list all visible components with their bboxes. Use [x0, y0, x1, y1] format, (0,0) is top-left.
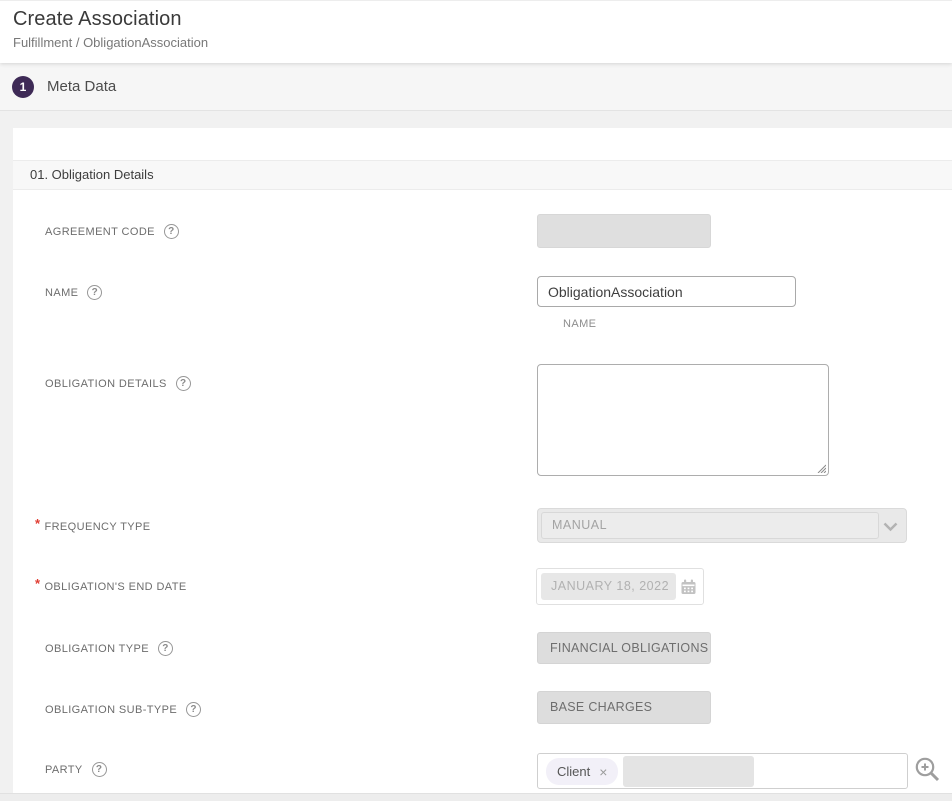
- breadcrumb: Fulfillment / ObligationAssociation: [13, 35, 952, 50]
- help-icon[interactable]: ?: [164, 224, 179, 239]
- help-icon[interactable]: ?: [92, 762, 107, 777]
- obligation-type-label: OBLIGATION TYPE ?: [45, 641, 173, 656]
- obligation-end-date-label: * OBLIGATION'S END DATE: [35, 579, 187, 594]
- step-number-badge: 1: [12, 76, 34, 98]
- obligation-details-label: OBLIGATION DETAILS ?: [45, 376, 191, 391]
- agreement-code-label: AGREEMENT CODE ?: [45, 224, 179, 239]
- chevron-down-icon: [883, 522, 898, 532]
- obligation-details-field: [537, 364, 829, 476]
- obligation-sub-type-value: BASE CHARGES: [537, 691, 711, 724]
- help-icon[interactable]: ?: [158, 641, 173, 656]
- obligation-sub-type-label: OBLIGATION SUB-TYPE ?: [45, 702, 201, 717]
- obligation-end-date-value: JANUARY 18, 2022: [541, 573, 676, 600]
- calendar-icon: [681, 579, 696, 595]
- obligation-details-textarea[interactable]: [537, 364, 829, 476]
- name-input[interactable]: [537, 276, 796, 307]
- agreement-code-field: [537, 214, 711, 248]
- party-tag-input[interactable]: Client ×: [537, 753, 908, 789]
- help-icon[interactable]: ?: [176, 376, 191, 391]
- name-label: NAME ?: [45, 285, 102, 300]
- required-marker: *: [35, 576, 40, 591]
- chip-remove-icon[interactable]: ×: [599, 764, 607, 780]
- help-icon[interactable]: ?: [87, 285, 102, 300]
- party-label: PARTY ?: [45, 762, 107, 777]
- step-header-meta-data[interactable]: 1 Meta Data: [0, 63, 952, 111]
- page-header: Create Association Fulfillment / Obligat…: [0, 0, 952, 63]
- frequency-type-label: * FREQUENCY TYPE: [35, 519, 151, 534]
- zoom-in-icon[interactable]: [914, 756, 942, 784]
- party-text-input[interactable]: [623, 756, 754, 787]
- name-helper-text: NAME: [563, 318, 596, 330]
- frequency-type-value: MANUAL: [541, 512, 879, 539]
- party-chip-label: Client: [557, 764, 590, 779]
- form-card: 01. Obligation Details AGREEMENT CODE ? …: [13, 128, 952, 793]
- obligation-type-value: FINANCIAL OBLIGATIONS: [537, 632, 711, 664]
- frequency-type-select: MANUAL: [537, 508, 907, 543]
- required-marker: *: [35, 516, 40, 531]
- obligation-end-date-field: JANUARY 18, 2022: [536, 568, 704, 605]
- help-icon[interactable]: ?: [186, 702, 201, 717]
- next-section-strip: [0, 793, 952, 801]
- section-header-obligation-details: 01. Obligation Details: [13, 160, 952, 190]
- party-chip-client[interactable]: Client ×: [546, 758, 618, 785]
- step-label: Meta Data: [47, 78, 116, 95]
- page-title: Create Association: [13, 8, 952, 31]
